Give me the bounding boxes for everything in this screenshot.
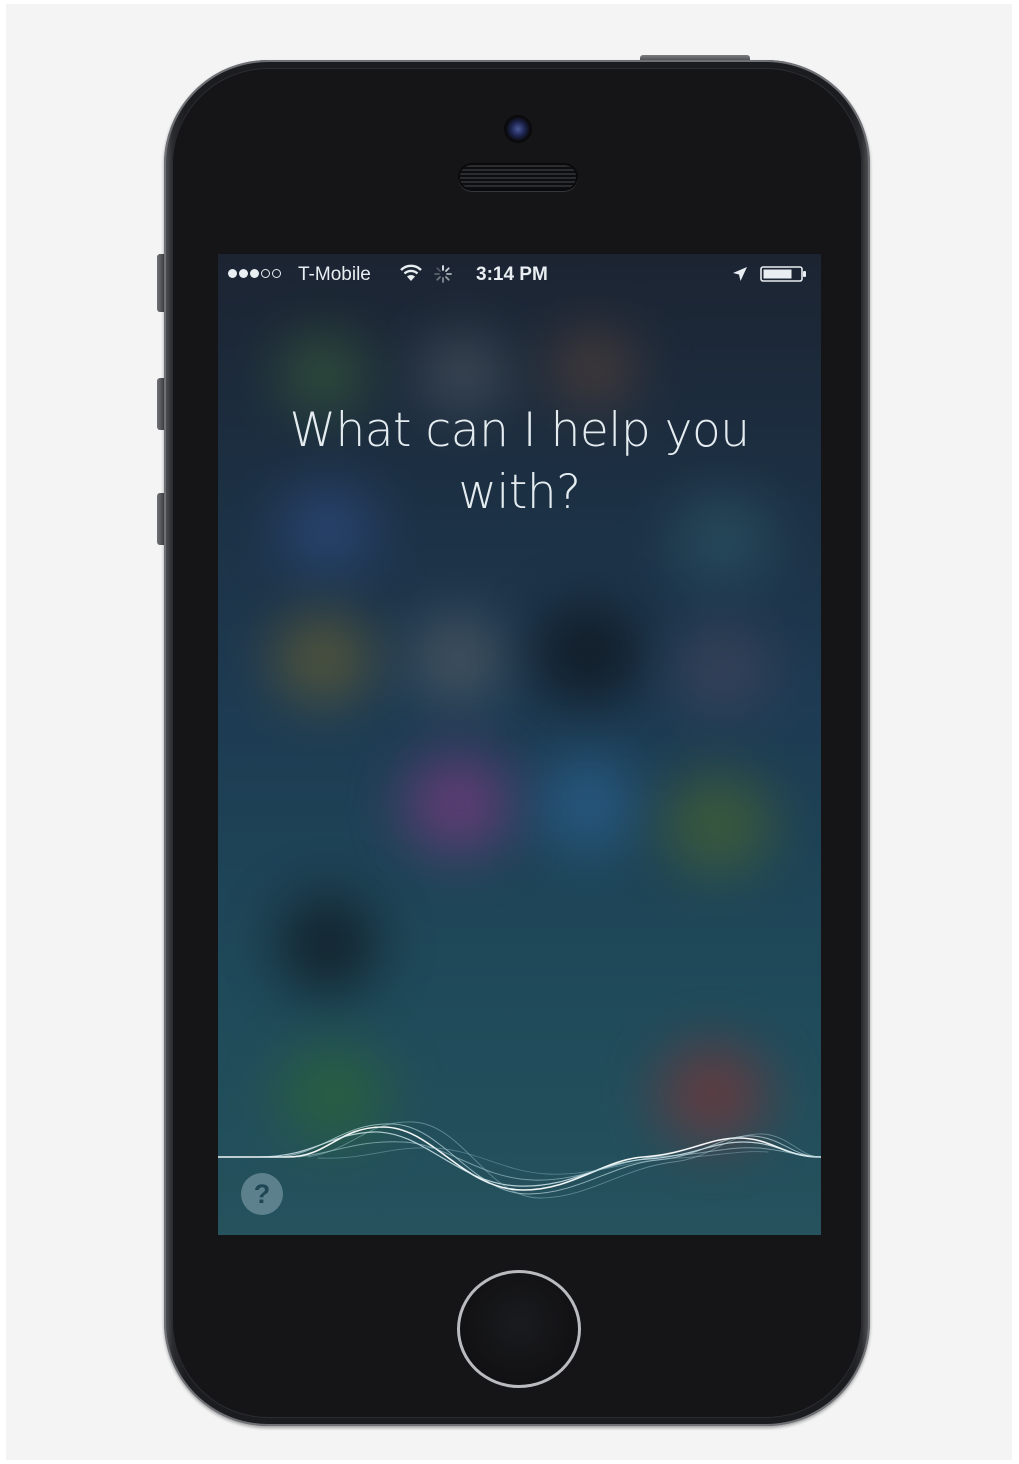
question-mark-icon: ? <box>253 1179 271 1209</box>
battery-icon <box>760 266 806 282</box>
blurred-app-icon <box>278 894 378 994</box>
status-bar: T-Mobile 3:14 PM <box>218 254 821 294</box>
blurred-app-icon <box>408 614 508 704</box>
siri-prompt-text: What can I help you with? <box>289 403 751 520</box>
siri-screen: T-Mobile 3:14 PM What can I help you wit… <box>218 254 821 1235</box>
blurred-app-icon <box>673 624 773 714</box>
earpiece-speaker <box>460 165 576 189</box>
carrier-name: T-Mobile <box>298 264 371 285</box>
blurred-app-icon <box>663 774 773 874</box>
wifi-icon <box>400 264 422 281</box>
clock-time: 3:14 PM <box>476 264 548 285</box>
blurred-app-icon <box>533 604 643 704</box>
help-question-button[interactable]: ? <box>241 1173 283 1215</box>
siri-waveform <box>218 1121 821 1199</box>
front-camera-icon <box>506 117 530 141</box>
blurred-app-icon <box>548 329 638 409</box>
blurred-app-icon <box>538 754 638 854</box>
home-button[interactable] <box>457 1270 581 1388</box>
signal-strength-icon <box>228 269 281 278</box>
blurred-app-icon <box>403 754 513 854</box>
location-arrow-icon <box>733 267 747 281</box>
activity-spinner-icon <box>434 265 452 283</box>
blurred-app-icon <box>273 614 373 704</box>
